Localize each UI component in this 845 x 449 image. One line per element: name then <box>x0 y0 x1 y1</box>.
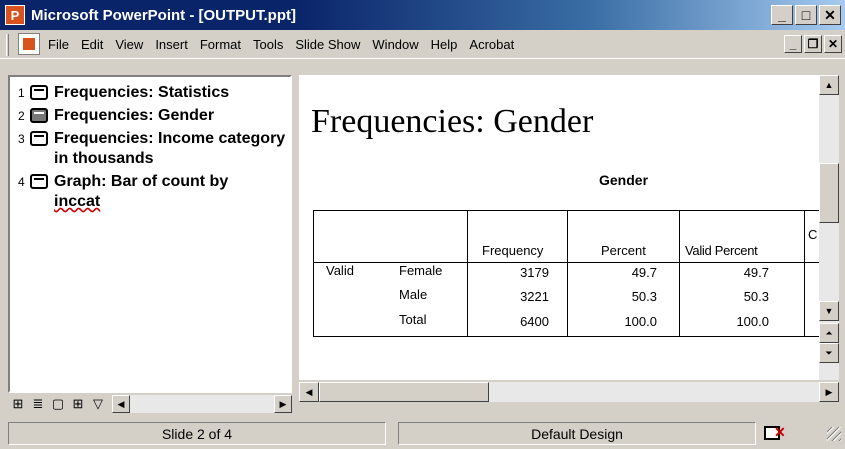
menu-bar: File Edit View Insert Format Tools Slide… <box>0 30 845 59</box>
percent-cell: 49.7 <box>631 265 657 280</box>
slide-number: 2 <box>18 109 25 123</box>
frequency-cell: 6400 <box>520 314 549 329</box>
menu-window[interactable]: Window <box>366 37 424 52</box>
pane-splitter[interactable] <box>292 75 298 414</box>
slide-number: 3 <box>18 132 25 146</box>
column-header: Frequency <box>482 243 544 258</box>
menu-edit[interactable]: Edit <box>75 37 109 52</box>
scroll-right-icon[interactable]: ▶ <box>274 395 292 413</box>
close-button[interactable]: ✕ <box>819 5 841 25</box>
column-header: C <box>808 227 818 242</box>
row-label: Male <box>399 287 428 302</box>
scroll-down-icon[interactable]: ▼ <box>819 301 839 321</box>
slide-status: Slide 2 of 4 <box>8 422 386 445</box>
doc-restore-button[interactable]: ❐ <box>804 35 822 53</box>
outline-item-title-line1: Graph: Bar of count by <box>54 173 229 190</box>
scroll-track[interactable] <box>489 382 819 402</box>
valid-percent-cell: 49.7 <box>743 265 769 280</box>
slide-number: 4 <box>18 175 25 189</box>
menu-help[interactable]: Help <box>425 37 464 52</box>
normal-view-icon[interactable]: ⊞ <box>8 395 28 413</box>
spelling-error-icon[interactable]: ✕ <box>762 424 790 444</box>
slide-icon-selected <box>30 108 48 123</box>
outline-view-icon[interactable]: ≣ <box>28 395 48 413</box>
menu-tools[interactable]: Tools <box>247 37 289 52</box>
minimize-button[interactable]: _ <box>771 5 793 25</box>
doc-close-button[interactable]: ✕ <box>824 35 842 53</box>
outline-item-title: Frequencies: Gender <box>54 107 215 124</box>
powerpoint-icon[interactable]: P <box>5 5 25 25</box>
menu-slide-show[interactable]: Slide Show <box>289 37 366 52</box>
column-header: Percent <box>601 243 646 258</box>
slide-show-icon[interactable]: ▽ <box>88 395 108 413</box>
design-status: Default Design <box>398 422 756 445</box>
valid-percent-cell: 100.0 <box>736 314 769 329</box>
slide-sorter-icon[interactable]: ⊞ <box>68 395 88 413</box>
group-label: Valid <box>326 263 354 278</box>
slide-icon <box>30 131 48 146</box>
outline-item-title-line2: inccat <box>54 193 101 210</box>
scroll-right-icon[interactable]: ▶ <box>819 382 839 402</box>
scroll-left-icon[interactable]: ◀ <box>299 382 319 402</box>
row-label: Female <box>399 263 443 278</box>
hscroll-thumb[interactable] <box>319 382 489 402</box>
valid-percent-cell: 50.3 <box>743 289 769 304</box>
doc-minimize-button[interactable]: _ <box>784 35 802 53</box>
outline-item-title: Frequencies: Income category in thousand… <box>54 130 286 167</box>
slide-title[interactable]: Frequencies: Gender <box>311 103 593 141</box>
slide-icon <box>30 174 48 189</box>
scroll-track[interactable] <box>130 395 274 413</box>
frequency-cell: 3179 <box>520 265 549 280</box>
slide-pane[interactable]: Frequencies: Gender Gender Frequency Per… <box>299 75 819 380</box>
maximize-button[interactable]: □ <box>795 5 817 25</box>
menu-insert[interactable]: Insert <box>149 37 194 52</box>
scroll-up-icon[interactable]: ▲ <box>819 75 839 95</box>
outline-item-title: Frequencies: Statistics <box>54 84 230 101</box>
resize-grip-icon[interactable] <box>827 426 841 441</box>
slide-number: 1 <box>18 86 25 100</box>
previous-slide-icon[interactable]: ⏶ <box>819 323 839 343</box>
outline-item-title: Graph: Bar of count by inccat <box>54 172 290 212</box>
view-toolbar: ⊞ ≣ ▢ ⊞ ▽ ◀ ▶ <box>8 394 292 414</box>
menu-acrobat[interactable]: Acrobat <box>463 37 520 52</box>
outline-item-1[interactable]: 1 Frequencies: Statistics <box>18 83 290 103</box>
slide-icon <box>30 85 48 100</box>
row-label: Total <box>399 312 427 327</box>
percent-cell: 50.3 <box>631 289 657 304</box>
column-header: Valid Percent <box>685 243 758 258</box>
outline-pane[interactable]: 1 Frequencies: Statistics 2 Frequencies:… <box>8 75 292 393</box>
table-title: Gender <box>599 172 649 188</box>
outline-item-3[interactable]: 3 Frequencies: Income category in thousa… <box>18 129 290 169</box>
outline-item-2[interactable]: 2 Frequencies: Gender <box>18 106 290 126</box>
outline-hscrollbar[interactable]: ◀ ▶ <box>112 395 292 413</box>
frequency-cell: 3221 <box>520 289 549 304</box>
slide-hscrollbar[interactable]: ◀ ▶ <box>299 382 839 402</box>
slide-vscrollbar[interactable]: ▲ ▼ ⏶ ⏷ <box>819 75 839 380</box>
scroll-left-icon[interactable]: ◀ <box>112 395 130 413</box>
vscroll-thumb[interactable] <box>819 163 839 223</box>
menu-view[interactable]: View <box>109 37 149 52</box>
menu-file[interactable]: File <box>46 37 75 52</box>
next-slide-icon[interactable]: ⏷ <box>819 343 839 363</box>
menu-format[interactable]: Format <box>194 37 247 52</box>
status-bar: Slide 2 of 4 Default Design ✕ <box>0 418 845 449</box>
document-icon[interactable] <box>18 33 40 55</box>
title-bar: P Microsoft PowerPoint - [OUTPUT.ppt] _ … <box>0 0 845 30</box>
percent-cell: 100.0 <box>624 314 657 329</box>
window-title: Microsoft PowerPoint - [OUTPUT.ppt] <box>31 6 296 24</box>
outline-item-4[interactable]: 4 Graph: Bar of count by inccat <box>18 172 290 212</box>
slide-view-icon[interactable]: ▢ <box>48 395 68 413</box>
